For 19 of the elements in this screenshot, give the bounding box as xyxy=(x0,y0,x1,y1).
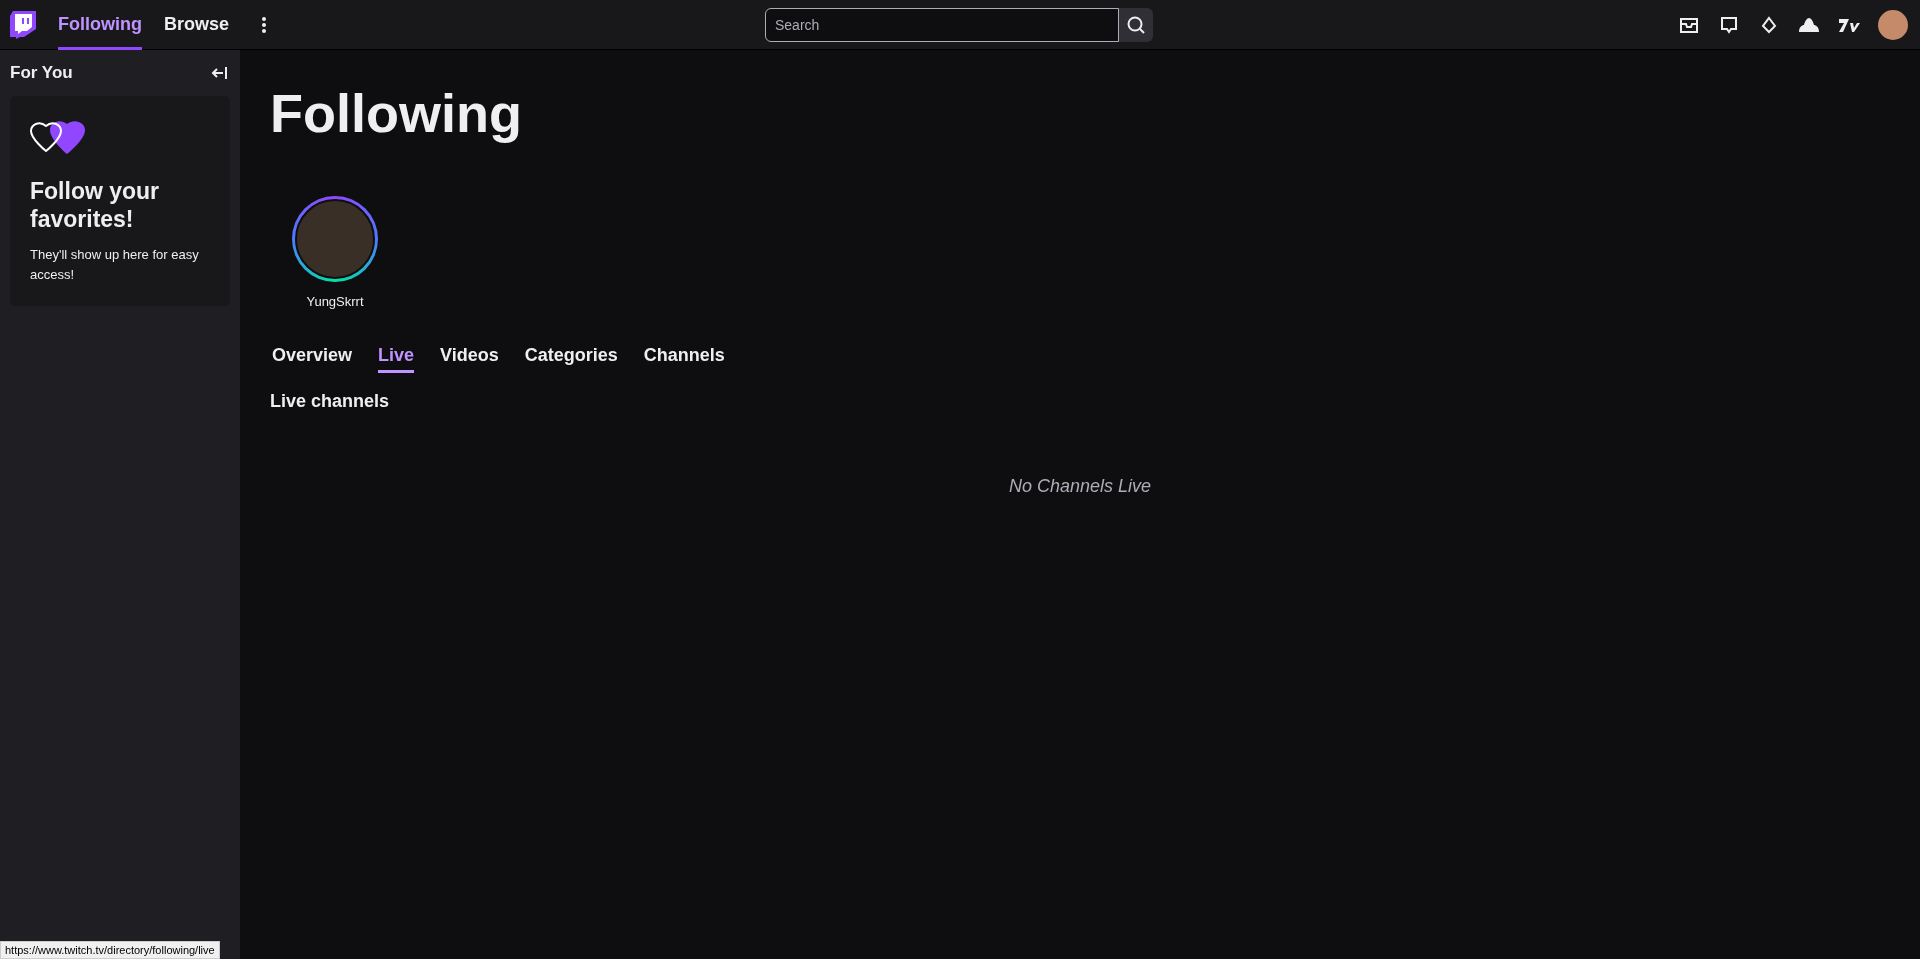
channel-name[interactable]: YungSkrrt xyxy=(306,294,364,309)
sidebar-title: For You xyxy=(10,63,73,83)
promo-text: They'll show up here for easy access! xyxy=(30,246,200,284)
search-button[interactable] xyxy=(1119,7,1153,42)
status-url: https://www.twitch.tv/directory/following/live xyxy=(0,941,220,959)
tab[interactable]: Videos xyxy=(440,345,499,373)
empty-message: No Channels Live xyxy=(1008,476,1152,496)
page-title: Following xyxy=(270,82,522,144)
section-title: Live channels xyxy=(270,391,390,412)
nav-link[interactable]: Browse xyxy=(164,0,229,50)
search-field[interactable]: Search xyxy=(765,7,1119,42)
logo-icon[interactable] xyxy=(10,10,36,39)
tab[interactable]: Overview xyxy=(272,345,353,373)
tab[interactable]: Channels xyxy=(643,345,725,373)
tab[interactable]: Live xyxy=(378,345,415,373)
user-avatar[interactable] xyxy=(1878,9,1908,40)
search-icon xyxy=(1126,14,1146,35)
tab[interactable]: Categories xyxy=(524,345,618,373)
promo-heading: Follow your favorites! xyxy=(30,178,161,234)
